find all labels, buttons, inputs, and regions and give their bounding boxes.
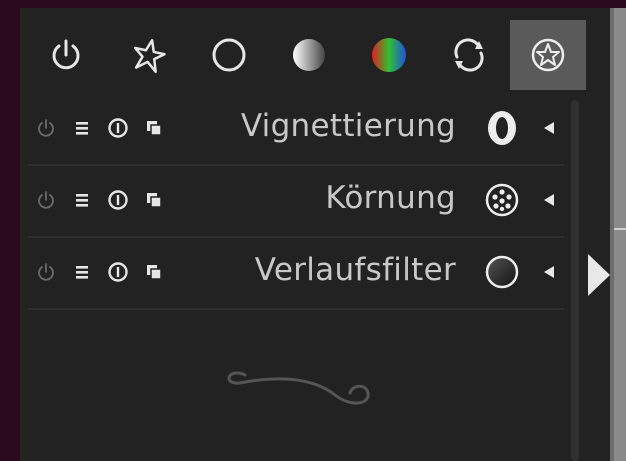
reset-icon — [108, 262, 128, 282]
module-presets-button[interactable] — [70, 188, 94, 212]
group-tone-button[interactable] — [271, 20, 347, 90]
panel-scrollbar[interactable] — [568, 100, 582, 461]
gradient-circle-icon — [293, 39, 325, 71]
scrollbar-thumb[interactable] — [571, 100, 579, 461]
power-icon — [38, 191, 54, 209]
module-title: Vignettierung — [240, 108, 456, 144]
expand-arrow-icon[interactable] — [542, 120, 556, 136]
module-title: Verlaufsfilter — [254, 252, 456, 288]
rotate-icon — [454, 38, 484, 72]
multi-instance-icon — [147, 121, 162, 136]
module-presets-button[interactable] — [70, 260, 94, 284]
end-of-modules-flourish — [227, 371, 370, 405]
module-enable-toggle[interactable] — [34, 260, 58, 284]
module-reset-button[interactable] — [106, 116, 130, 140]
star-icon — [133, 39, 166, 74]
module-groups-toolbar — [28, 20, 588, 92]
grain-icon — [482, 180, 522, 220]
multi-instance-icon — [147, 193, 162, 208]
module-multi-instance-button[interactable] — [142, 116, 166, 140]
collapse-panel-arrow-icon[interactable] — [584, 250, 612, 300]
module-row-graduated-filter[interactable]: Verlaufsfilter — [28, 238, 564, 310]
expand-arrow-icon[interactable] — [542, 192, 556, 208]
menu-icon — [76, 122, 88, 135]
reset-icon — [108, 190, 128, 210]
power-icon — [38, 119, 54, 137]
module-title: Körnung — [325, 180, 456, 216]
module-reset-button[interactable] — [106, 188, 130, 212]
module-row-grain[interactable]: Körnung — [28, 166, 564, 238]
module-enable-toggle[interactable] — [34, 116, 58, 140]
group-active-modules-button[interactable] — [28, 20, 104, 90]
expand-arrow-icon[interactable] — [542, 264, 556, 280]
reset-icon — [108, 118, 128, 138]
module-row-vignette[interactable]: Vignettierung — [28, 94, 564, 166]
menu-icon — [76, 266, 88, 279]
color-circle-icon — [372, 38, 406, 72]
group-basic-button[interactable] — [191, 20, 267, 90]
circle-icon — [212, 38, 246, 72]
module-presets-button[interactable] — [70, 116, 94, 140]
module-reset-button[interactable] — [106, 260, 130, 284]
module-multi-instance-button[interactable] — [142, 188, 166, 212]
group-correct-button[interactable] — [431, 20, 507, 90]
power-icon — [52, 39, 80, 70]
group-color-button[interactable] — [351, 20, 427, 90]
menu-icon — [76, 194, 88, 207]
graduated-filter-icon — [482, 252, 522, 292]
group-favorites-button[interactable] — [111, 20, 187, 90]
multi-instance-icon — [147, 265, 162, 280]
module-enable-toggle[interactable] — [34, 188, 58, 212]
vignette-icon — [482, 108, 522, 148]
image-preview-edge — [610, 8, 626, 461]
effect-icon — [531, 38, 565, 72]
group-effect-button[interactable] — [510, 20, 586, 90]
module-multi-instance-button[interactable] — [142, 260, 166, 284]
power-icon — [38, 263, 54, 281]
